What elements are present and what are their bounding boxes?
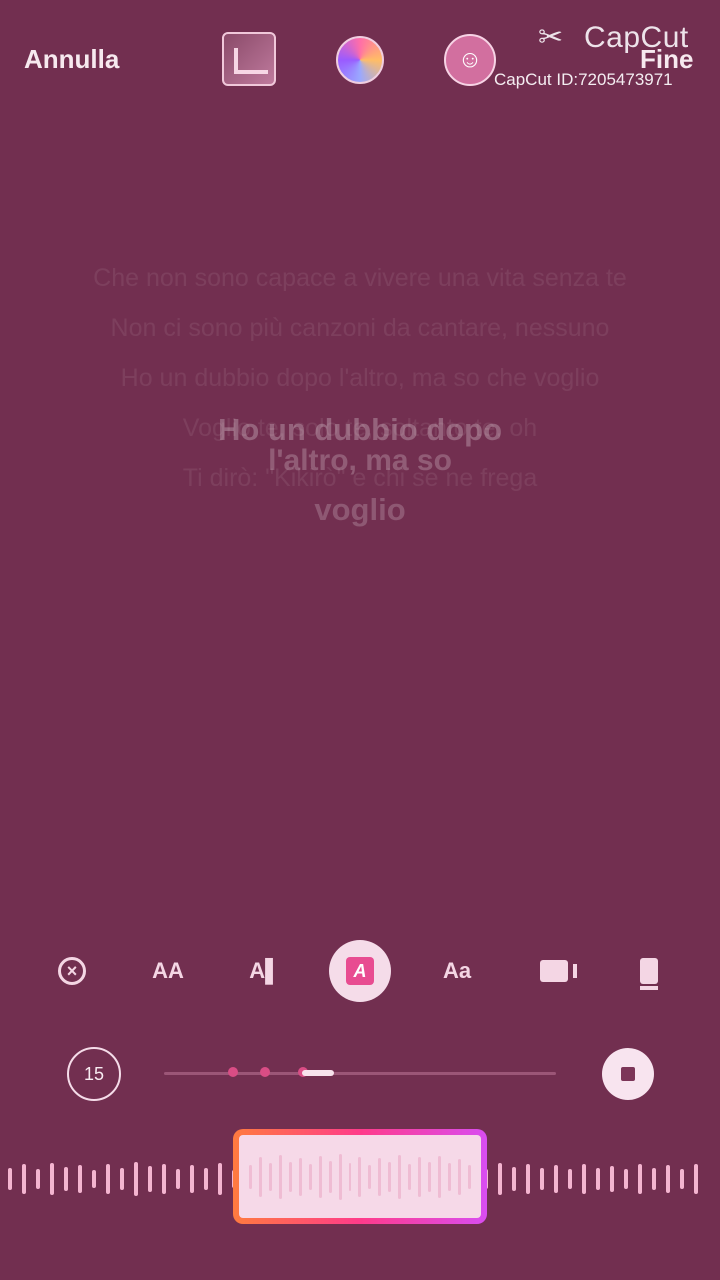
- font-tool[interactable]: Aa: [425, 940, 489, 1002]
- text-toolbar: × AA A▌ A Aa: [0, 940, 720, 1004]
- timer-value: 15: [83, 1063, 105, 1084]
- lyric-current-middle: l'altro, ma so: [268, 444, 452, 477]
- selection-wave-bar: [288, 1161, 292, 1192]
- text-style-icon: A▌: [249, 958, 281, 983]
- selection-wave-bar: [368, 1164, 372, 1189]
- wave-bar: [50, 1163, 54, 1195]
- cancel-button[interactable]: Annulla: [24, 44, 119, 75]
- selection-wave-bar: [428, 1161, 432, 1192]
- selection-waveform: [249, 1145, 471, 1208]
- selection-wave-bar: [418, 1156, 422, 1197]
- lyric-line-3: Ho un dubbio dopo l'altro, ma so che vog…: [120, 364, 600, 392]
- wave-bar: [106, 1164, 110, 1194]
- wave-bar: [554, 1165, 558, 1193]
- selection-wave-bar: [467, 1164, 471, 1189]
- top-bar: Annulla ☺ ✂ CapCut Fine CapCut ID:7205473…: [0, 0, 720, 120]
- duration-timer[interactable]: 15: [67, 1047, 121, 1101]
- wave-bar: [596, 1168, 600, 1190]
- wave-bar: [120, 1168, 124, 1190]
- progress-handle[interactable]: [302, 1070, 334, 1076]
- font-size-tool[interactable]: AA: [136, 940, 200, 1002]
- selection-wave-bar: [338, 1153, 342, 1200]
- progress-marker: [228, 1067, 238, 1077]
- selection-wave-bar: [308, 1163, 312, 1190]
- progress-slider[interactable]: [164, 1067, 556, 1077]
- text-highlight-tool[interactable]: A: [329, 940, 391, 1002]
- selection-wave-bar: [408, 1163, 412, 1190]
- wave-bar: [36, 1169, 40, 1189]
- selection-wave-bar: [348, 1162, 352, 1191]
- selection-wave-bar: [438, 1155, 442, 1198]
- stop-button[interactable]: [602, 1048, 654, 1100]
- wave-bar: [218, 1163, 222, 1195]
- text-highlight-icon: A: [346, 957, 374, 985]
- wave-bar: [512, 1167, 516, 1191]
- wave-bar: [568, 1169, 572, 1189]
- stop-icon: [621, 1067, 635, 1081]
- background-tool[interactable]: [522, 940, 586, 1002]
- watermark-id: CapCut ID:7205473971: [494, 70, 673, 89]
- wave-bar: [8, 1168, 12, 1190]
- font-size-icon: AA: [152, 958, 184, 983]
- selection-wave-bar: [398, 1154, 402, 1199]
- selection-wave-bar: [388, 1161, 392, 1192]
- selection-wave-bar: [278, 1154, 282, 1199]
- wave-bar: [134, 1162, 138, 1196]
- wave-bar: [694, 1164, 698, 1194]
- selection-wave-bar: [298, 1157, 302, 1196]
- wave-bar: [680, 1169, 684, 1189]
- selection-wave-bar: [358, 1156, 362, 1197]
- wave-bar: [176, 1169, 180, 1189]
- lyric-current-bottom: voglio: [314, 492, 406, 527]
- wave-bar: [92, 1170, 96, 1188]
- wave-bar: [190, 1165, 194, 1193]
- wave-bar: [64, 1167, 68, 1191]
- color-palette-icon[interactable]: [336, 36, 384, 84]
- wave-bar: [652, 1168, 656, 1190]
- text-style-tool[interactable]: A▌: [233, 940, 297, 1002]
- wave-bar: [148, 1166, 152, 1192]
- progress-marker: [260, 1067, 270, 1077]
- sticker-face-icon[interactable]: ☺: [444, 34, 496, 86]
- wave-bar: [204, 1168, 208, 1190]
- wave-bar: [22, 1164, 26, 1194]
- wave-bar: [638, 1164, 642, 1194]
- wave-bar: [526, 1164, 530, 1194]
- wave-bar: [540, 1168, 544, 1190]
- wave-bar: [78, 1165, 82, 1193]
- selection-wave-bar: [378, 1157, 382, 1196]
- selection-wave-bar: [458, 1158, 461, 1195]
- font-icon: Aa: [442, 958, 472, 983]
- capcut-scissor-icon: ✂: [538, 21, 564, 54]
- selection-wave-bar: [249, 1164, 252, 1189]
- close-icon: ×: [58, 957, 86, 985]
- position-icon: [640, 958, 658, 990]
- lyric-line-1: Che non sono capace a vivere una vita se…: [93, 264, 627, 292]
- wave-bar: [666, 1165, 670, 1193]
- close-tool[interactable]: ×: [40, 940, 104, 1002]
- selection-wave-bar: [268, 1162, 272, 1191]
- image-thumbnail-icon[interactable]: [222, 32, 276, 86]
- selection-wave-bar: [318, 1155, 322, 1198]
- wave-bar: [610, 1166, 614, 1192]
- lyrics-panel: Che non sono capace a vivere una vita se…: [0, 260, 720, 527]
- audio-selection-window[interactable]: [233, 1129, 487, 1224]
- wave-bar: [498, 1163, 502, 1195]
- lyric-line-2: Non ci sono più canzoni da cantare, ness…: [110, 314, 610, 342]
- wave-bar: [162, 1164, 166, 1194]
- wave-bar: [624, 1169, 628, 1189]
- wave-bar: [582, 1164, 586, 1194]
- selection-wave-bar: [448, 1162, 452, 1191]
- position-tool[interactable]: [617, 940, 681, 1002]
- background-icon: [540, 960, 577, 982]
- selection-wave-bar: [258, 1156, 262, 1197]
- lyric-current-top: Ho un dubbio dopo: [217, 412, 503, 447]
- selection-wave-bar: [328, 1160, 332, 1193]
